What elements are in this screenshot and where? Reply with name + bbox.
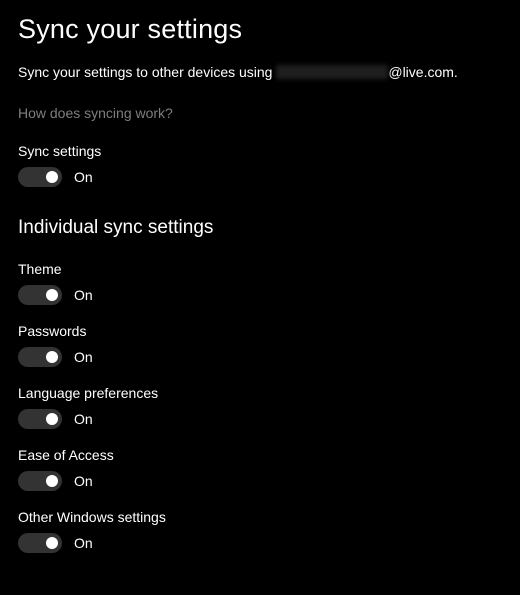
other-windows-group: Other Windows settings On: [18, 509, 502, 553]
toggle-knob-icon: [46, 351, 58, 363]
page-title: Sync your settings: [18, 14, 502, 45]
other-windows-toggle[interactable]: [18, 533, 62, 553]
theme-label: Theme: [18, 261, 502, 277]
sync-settings-toggle-row: On: [18, 167, 502, 187]
desc-suffix: @live.com.: [388, 64, 457, 80]
sync-settings-toggle[interactable]: [18, 167, 62, 187]
passwords-group: Passwords On: [18, 323, 502, 367]
sync-description: Sync your settings to other devices usin…: [18, 63, 502, 83]
toggle-knob-icon: [46, 537, 58, 549]
how-syncing-works-link[interactable]: How does syncing work?: [18, 105, 173, 121]
ease-of-access-toggle[interactable]: [18, 471, 62, 491]
passwords-label: Passwords: [18, 323, 502, 339]
other-windows-state: On: [74, 535, 93, 551]
theme-group: Theme On: [18, 261, 502, 305]
passwords-state: On: [74, 349, 93, 365]
toggle-knob-icon: [46, 413, 58, 425]
language-toggle-row: On: [18, 409, 502, 429]
toggle-knob-icon: [46, 171, 58, 183]
account-redacted: [276, 65, 388, 79]
language-label: Language preferences: [18, 385, 502, 401]
theme-toggle[interactable]: [18, 285, 62, 305]
ease-of-access-label: Ease of Access: [18, 447, 502, 463]
toggle-knob-icon: [46, 289, 58, 301]
ease-of-access-group: Ease of Access On: [18, 447, 502, 491]
theme-toggle-row: On: [18, 285, 502, 305]
desc-prefix: Sync your settings to other devices usin…: [18, 64, 276, 80]
ease-of-access-state: On: [74, 473, 93, 489]
toggle-knob-icon: [46, 475, 58, 487]
language-group: Language preferences On: [18, 385, 502, 429]
sync-settings-state: On: [74, 169, 93, 185]
other-windows-toggle-row: On: [18, 533, 502, 553]
individual-sync-title: Individual sync settings: [18, 217, 502, 239]
ease-of-access-toggle-row: On: [18, 471, 502, 491]
settings-page: Sync your settings Sync your settings to…: [0, 0, 520, 553]
sync-settings-label: Sync settings: [18, 143, 502, 159]
theme-state: On: [74, 287, 93, 303]
language-toggle[interactable]: [18, 409, 62, 429]
passwords-toggle-row: On: [18, 347, 502, 367]
sync-settings-group: Sync settings On: [18, 143, 502, 187]
language-state: On: [74, 411, 93, 427]
other-windows-label: Other Windows settings: [18, 509, 502, 525]
passwords-toggle[interactable]: [18, 347, 62, 367]
